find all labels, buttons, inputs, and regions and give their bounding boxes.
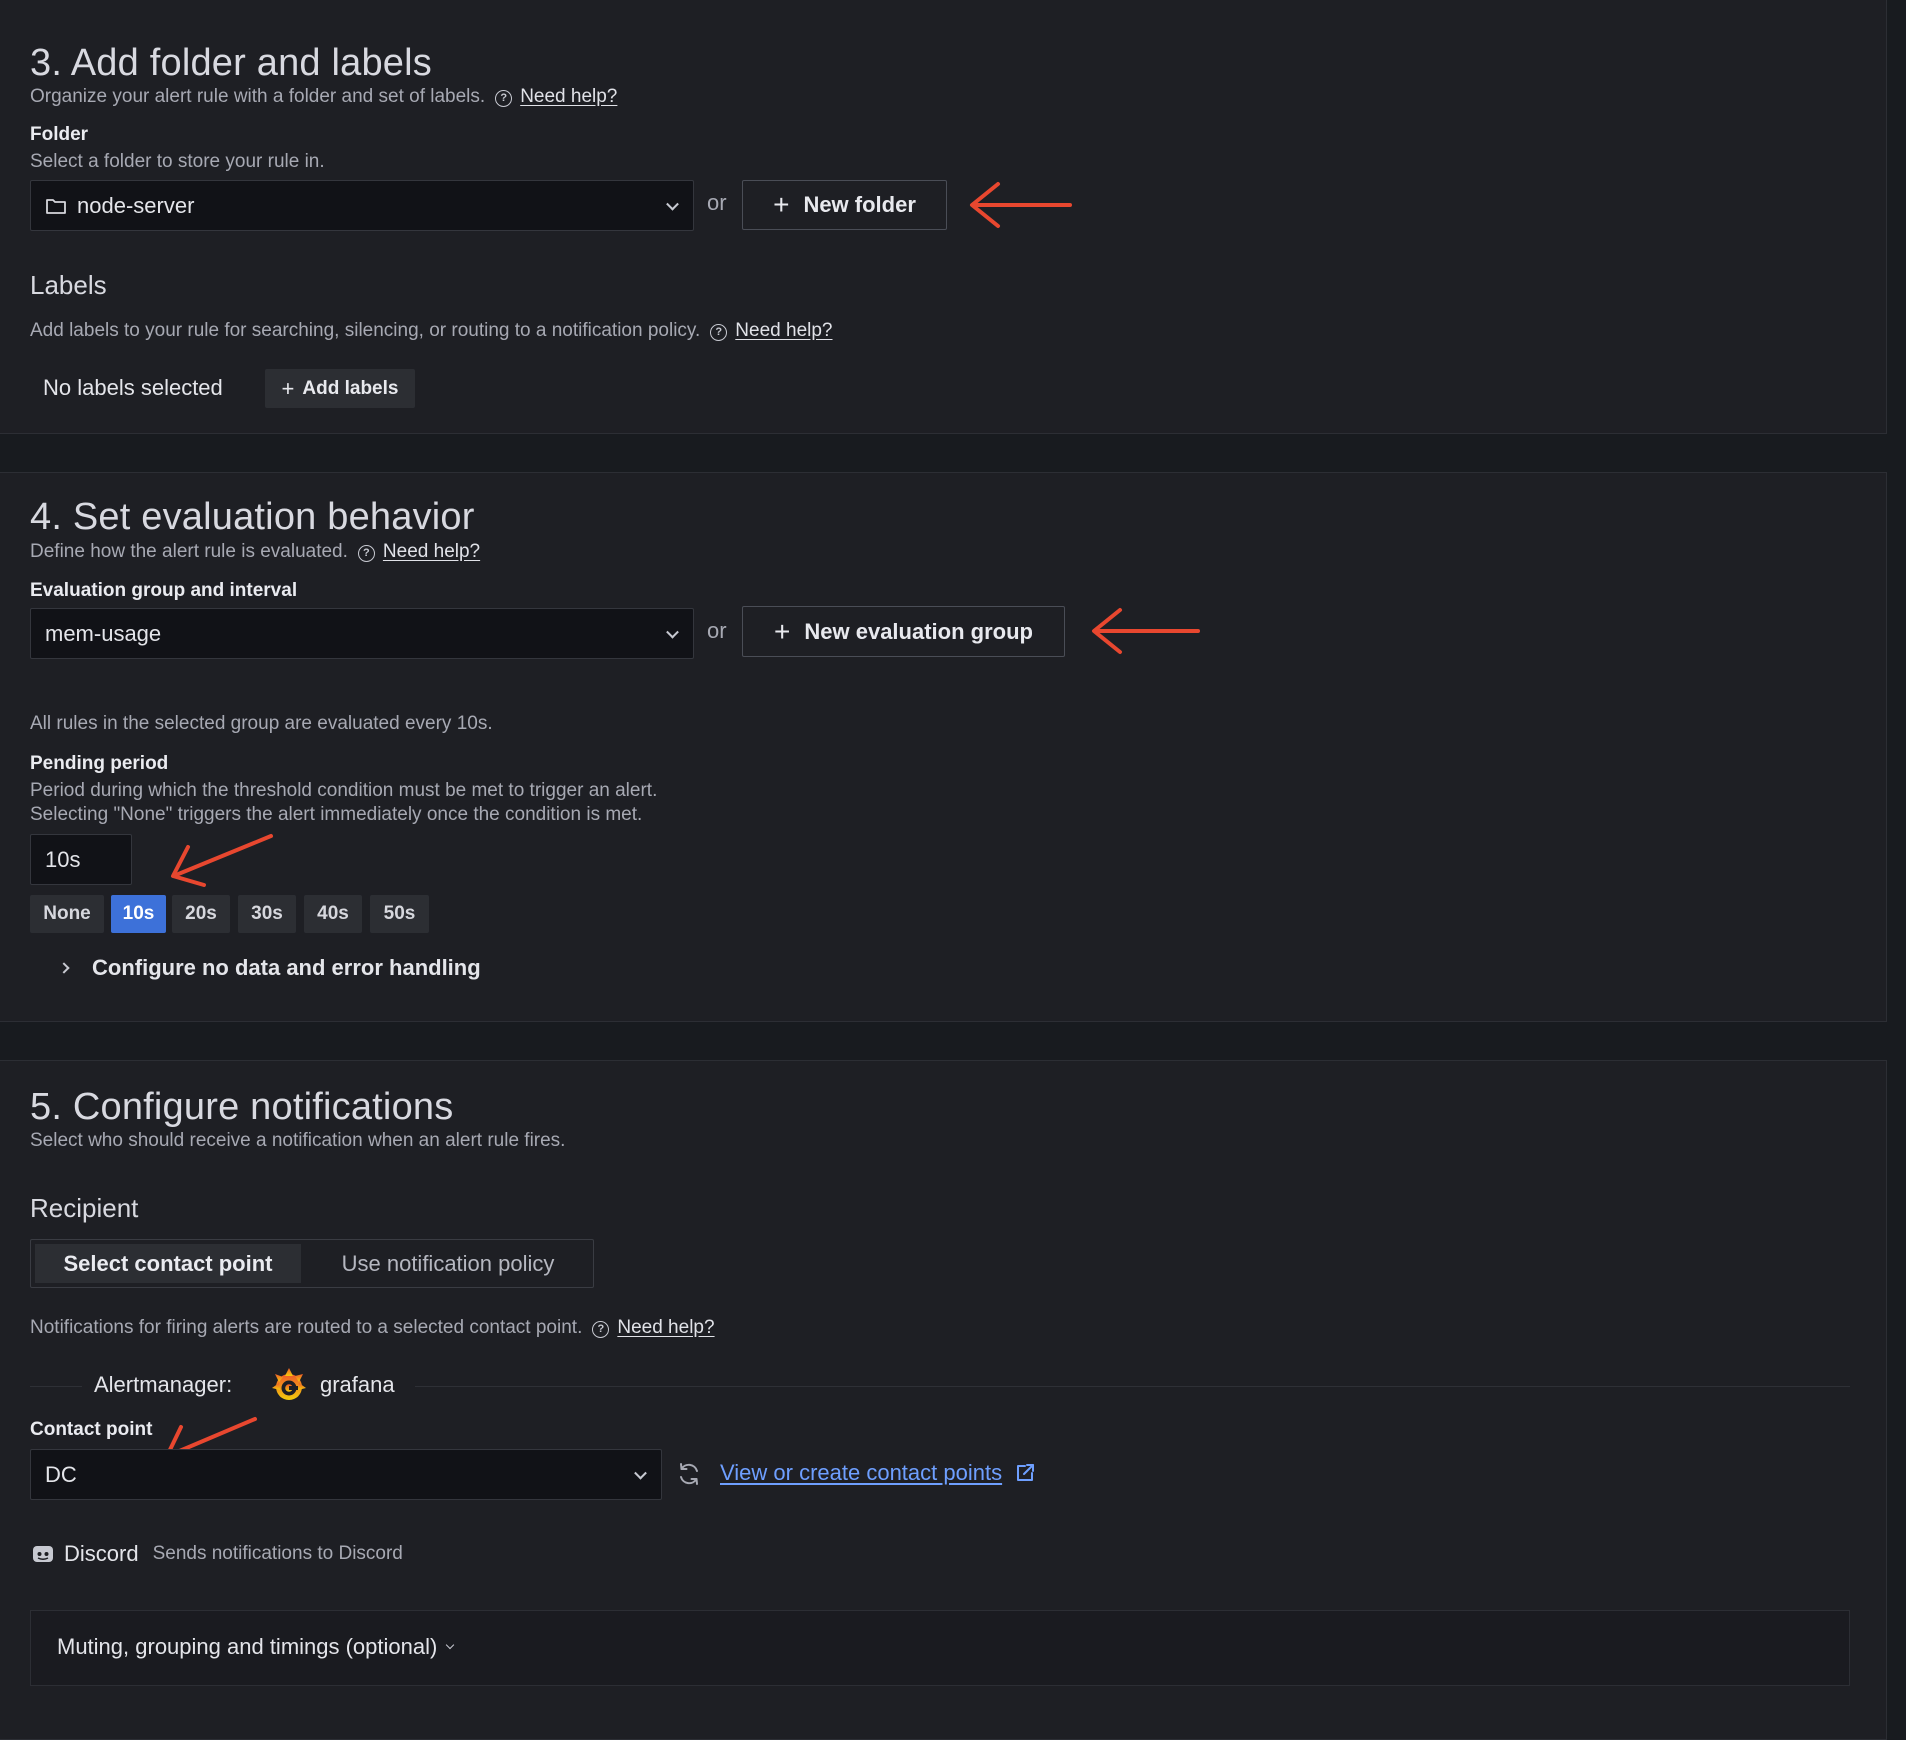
pending-option-20s[interactable]: 20s: [172, 895, 230, 933]
labels-title: Labels: [30, 270, 107, 300]
labels-description-text: Add labels to your rule for searching, s…: [30, 320, 701, 341]
pending-period-description-1: Period during which the threshold condit…: [30, 780, 658, 801]
plus-icon: +: [774, 615, 791, 647]
no-data-handling-toggle[interactable]: Configure no data and error handling: [58, 955, 481, 981]
section-3-description-text: Organize your alert rule with a folder a…: [30, 86, 486, 107]
muting-grouping-toggle: Muting, grouping and timings (optional): [57, 1634, 455, 1660]
view-contact-points-link[interactable]: View or create contact points: [720, 1460, 1036, 1486]
muting-grouping-label: Muting, grouping and timings (optional): [57, 1634, 438, 1659]
new-folder-label: New folder: [803, 192, 916, 217]
recipient-title: Recipient: [30, 1193, 139, 1223]
annotation-arrow: [1092, 608, 1200, 654]
section-folder-labels: 3. Add folder and labels Organize your a…: [0, 0, 1887, 434]
refresh-icon[interactable]: [676, 1461, 702, 1487]
pending-period-label: Pending period: [30, 753, 169, 774]
folder-value: node-server: [77, 192, 195, 218]
section-evaluation-behavior: 4. Set evaluation behavior Define how th…: [0, 472, 1887, 1022]
no-data-handling-label: Configure no data and error handling: [92, 955, 481, 980]
plus-icon: +: [773, 189, 790, 220]
section-5-help-link[interactable]: Need help?: [617, 1317, 714, 1338]
or-text: or: [707, 618, 727, 643]
evaluation-group-label: Evaluation group and interval: [30, 580, 298, 601]
contact-point-value: DC: [45, 1461, 77, 1487]
section-4-description: Define how the alert rule is evaluated.?…: [30, 541, 480, 563]
chevron-down-icon: [666, 197, 679, 211]
new-folder-button[interactable]: + New folder: [742, 180, 947, 230]
routing-note-text: Notifications for firing alerts are rout…: [30, 1317, 583, 1338]
pending-option-40s[interactable]: 40s: [304, 895, 362, 933]
section-4-description-text: Define how the alert rule is evaluated.: [30, 541, 348, 562]
integration-name: Discord: [64, 1541, 139, 1566]
alertmanager-divider-left: [30, 1386, 82, 1387]
section-4-title: 4. Set evaluation behavior: [30, 496, 475, 538]
discord-icon: [33, 1546, 53, 1562]
help-circle-icon: ?: [357, 545, 375, 562]
help-circle-icon: ?: [710, 324, 728, 341]
pending-period-input[interactable]: 10s: [30, 834, 132, 885]
chevron-down-icon: [634, 1466, 647, 1480]
labels-help-link[interactable]: Need help?: [735, 320, 832, 341]
alertmanager-name: grafana: [320, 1372, 395, 1397]
chevron-down-icon: [666, 625, 679, 639]
grafana-logo-icon: [272, 1368, 306, 1400]
integration-description: Sends notifications to Discord: [152, 1543, 403, 1564]
section-4-help-link[interactable]: Need help?: [383, 541, 480, 562]
section-3-title: 3. Add folder and labels: [30, 42, 432, 84]
no-labels-text: No labels selected: [43, 375, 223, 400]
section-3-help-link[interactable]: Need help?: [520, 86, 617, 107]
annotation-arrow: [171, 834, 273, 887]
pending-period-value: 10s: [45, 846, 81, 872]
pending-option-30s[interactable]: 30s: [238, 895, 296, 933]
external-link-icon: [1017, 1464, 1035, 1481]
view-contact-points-label: View or create contact points: [720, 1460, 1003, 1485]
chevron-down-icon: [446, 1640, 455, 1650]
recipient-tabs: Select contact point Use notification po…: [30, 1239, 594, 1288]
section-5-description: Select who should receive a notification…: [30, 1130, 566, 1151]
help-circle-icon: ?: [495, 90, 513, 107]
pending-option-10s[interactable]: 10s: [111, 895, 166, 933]
labels-description: Add labels to your rule for searching, s…: [30, 320, 833, 342]
alertmanager-divider-right: [415, 1386, 1850, 1387]
help-circle-icon: ?: [592, 1321, 610, 1338]
alertmanager-label: Alertmanager:: [94, 1372, 233, 1397]
add-labels-label: Add labels: [302, 377, 399, 399]
chevron-right-icon: [58, 962, 70, 974]
annotation-arrow: [970, 182, 1072, 228]
folder-description: Select a folder to store your rule in.: [30, 151, 325, 172]
folder-select[interactable]: node-server: [30, 180, 694, 231]
tab-use-notification-policy[interactable]: Use notification policy: [307, 1244, 589, 1283]
pending-option-none[interactable]: None: [30, 895, 104, 933]
plus-icon: +: [281, 375, 295, 401]
tab-select-contact-point[interactable]: Select contact point: [35, 1244, 301, 1283]
section-5-title: 5. Configure notifications: [30, 1086, 454, 1128]
folder-icon: [46, 198, 66, 214]
integration-row: Discord Sends notifications to Discord: [32, 1541, 403, 1567]
folder-label: Folder: [30, 124, 89, 145]
contact-point-select[interactable]: DC: [30, 1449, 662, 1500]
section-configure-notifications: 5. Configure notifications Select who sh…: [0, 1060, 1887, 1740]
interval-note: All rules in the selected group are eval…: [30, 713, 493, 734]
muting-grouping-panel[interactable]: Muting, grouping and timings (optional): [30, 1610, 1850, 1686]
add-labels-button[interactable]: + Add labels: [265, 369, 415, 408]
contact-point-label: Contact point: [30, 1419, 153, 1440]
new-evaluation-group-button[interactable]: + New evaluation group: [742, 606, 1065, 657]
evaluation-group-value: mem-usage: [45, 620, 162, 646]
or-text: or: [707, 190, 727, 215]
section-3-description: Organize your alert rule with a folder a…: [30, 86, 617, 108]
pending-option-50s[interactable]: 50s: [370, 895, 429, 933]
evaluation-group-select[interactable]: mem-usage: [30, 608, 694, 659]
new-evaluation-group-label: New evaluation group: [804, 618, 1033, 644]
routing-note: Notifications for firing alerts are rout…: [30, 1317, 715, 1339]
pending-period-description-2: Selecting "None" triggers the alert imme…: [30, 804, 643, 825]
